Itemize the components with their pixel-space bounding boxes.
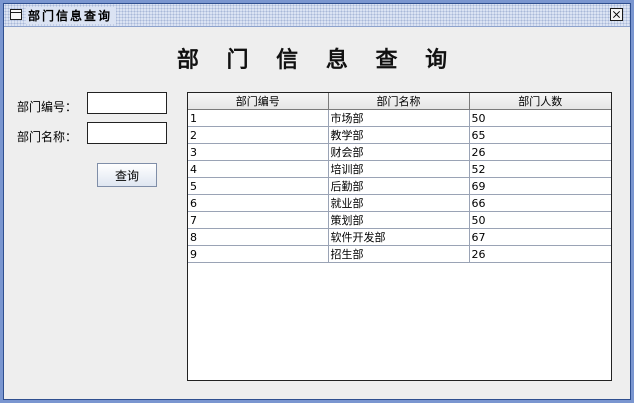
column-header-dept-name[interactable]: 部门名称 — [327, 93, 470, 110]
window-icon — [10, 9, 22, 20]
window: 部门信息查询 部 门 信 息 查 询 部门编号： 部门名称： 查询 部门编号 部… — [3, 3, 631, 400]
dept-no-input[interactable] — [87, 92, 167, 114]
window-frame: 部门信息查询 部 门 信 息 查 询 部门编号： 部门名称： 查询 部门编号 部… — [0, 0, 634, 403]
cell-dept-no[interactable]: 4 — [188, 160, 329, 178]
cell-dept-count[interactable]: 69 — [468, 177, 611, 195]
table-header-row: 部门编号 部门名称 部门人数 — [188, 93, 611, 110]
cell-dept-name[interactable]: 后勤部 — [327, 177, 470, 195]
cell-dept-no[interactable]: 7 — [188, 211, 329, 229]
cell-dept-no[interactable]: 8 — [188, 228, 329, 246]
cell-dept-name[interactable]: 培训部 — [327, 160, 470, 178]
title-bar[interactable]: 部门信息查询 — [4, 4, 630, 27]
cell-dept-no[interactable]: 3 — [188, 143, 329, 161]
department-table[interactable]: 部门编号 部门名称 部门人数 1 市场部 50 2 教学部 65 3 财会部 26 4 培训部… — [187, 92, 612, 381]
cell-dept-no[interactable]: 9 — [188, 245, 329, 263]
cell-dept-name[interactable]: 就业部 — [327, 194, 470, 212]
dept-no-label: 部门编号： — [17, 100, 78, 114]
table-row[interactable]: 3 财会部 26 — [188, 143, 611, 161]
dept-name-label: 部门名称： — [17, 130, 78, 144]
cell-dept-count[interactable]: 26 — [468, 245, 611, 263]
cell-dept-name[interactable]: 招生部 — [327, 245, 470, 263]
cell-dept-no[interactable]: 5 — [188, 177, 329, 195]
cell-dept-count[interactable]: 52 — [468, 160, 611, 178]
cell-dept-count[interactable]: 50 — [468, 109, 611, 127]
cell-dept-name[interactable]: 市场部 — [327, 109, 470, 127]
table-row[interactable]: 4 培训部 52 — [188, 160, 611, 178]
cell-dept-count[interactable]: 65 — [468, 126, 611, 144]
table-row[interactable]: 2 教学部 65 — [188, 126, 611, 144]
cell-dept-count[interactable]: 67 — [468, 228, 611, 246]
cell-dept-no[interactable]: 1 — [188, 109, 329, 127]
column-header-dept-count[interactable]: 部门人数 — [468, 93, 611, 110]
table-row[interactable]: 5 后勤部 69 — [188, 177, 611, 195]
cell-dept-count[interactable]: 66 — [468, 194, 611, 212]
page-title: 部 门 信 息 查 询 — [176, 47, 458, 73]
column-header-dept-no[interactable]: 部门编号 — [188, 93, 329, 110]
table-row[interactable]: 8 软件开发部 67 — [188, 228, 611, 246]
dept-name-input[interactable] — [87, 122, 167, 144]
query-button[interactable]: 查询 — [97, 163, 157, 187]
cell-dept-name[interactable]: 策划部 — [327, 211, 470, 229]
close-icon[interactable] — [610, 8, 623, 21]
table-row[interactable]: 1 市场部 50 — [188, 109, 611, 127]
window-title: 部门信息查询 — [26, 7, 117, 24]
cell-dept-count[interactable]: 50 — [468, 211, 611, 229]
cell-dept-no[interactable]: 2 — [188, 126, 329, 144]
table-row[interactable]: 9 招生部 26 — [188, 245, 611, 263]
cell-dept-count[interactable]: 26 — [468, 143, 611, 161]
table-row[interactable]: 7 策划部 50 — [188, 211, 611, 229]
cell-dept-name[interactable]: 教学部 — [327, 126, 470, 144]
table-row[interactable]: 6 就业部 66 — [188, 194, 611, 212]
cell-dept-no[interactable]: 6 — [188, 194, 329, 212]
cell-dept-name[interactable]: 软件开发部 — [327, 228, 470, 246]
cell-dept-name[interactable]: 财会部 — [327, 143, 470, 161]
